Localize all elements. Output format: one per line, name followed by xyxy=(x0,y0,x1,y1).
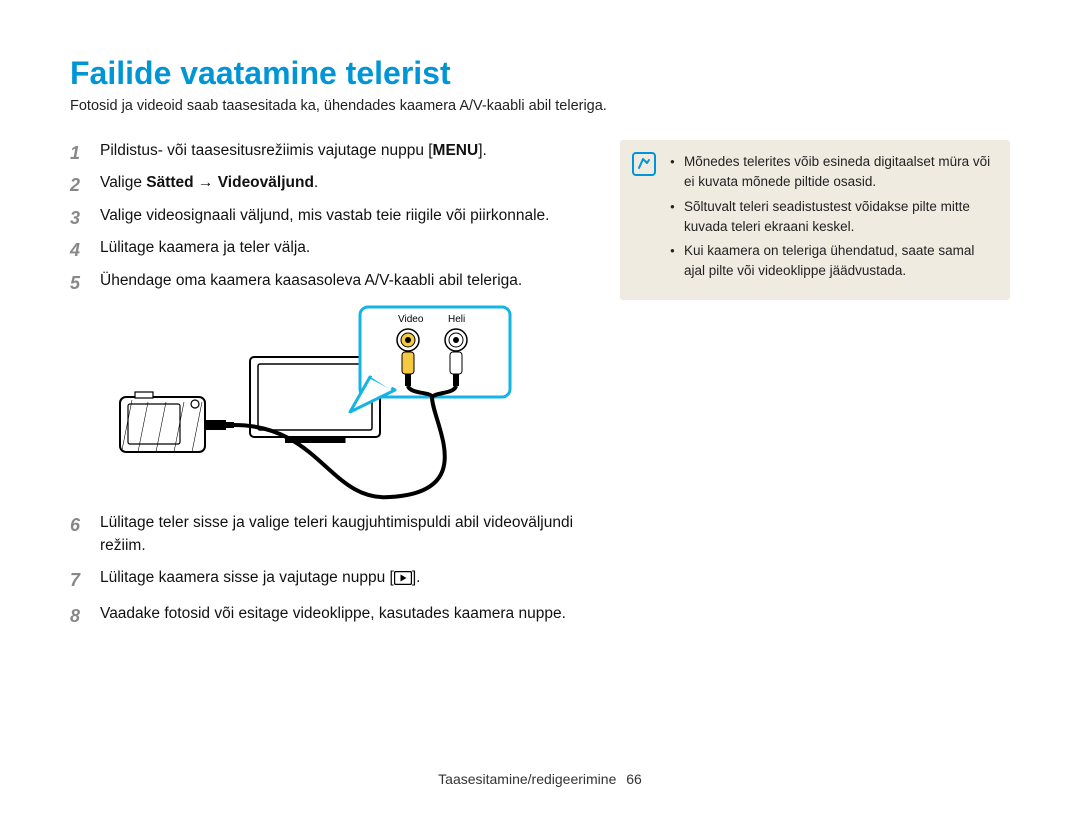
footer-section: Taasesitamine/redigeerimine xyxy=(438,771,616,787)
step-text: Pildistus- või taasesitusrežiimis vajuta… xyxy=(100,142,433,159)
step-4: 4 Lülitage kaamera ja teler välja. xyxy=(70,237,580,259)
menu-label: MENU xyxy=(433,142,479,159)
step-number: 6 xyxy=(70,512,92,538)
video-label: Video xyxy=(398,314,424,325)
step-8: 8 Vaadake fotosid või esitage videoklipp… xyxy=(70,603,580,625)
step-number: 2 xyxy=(70,172,92,198)
steps-list: 1 Pildistus- või taasesitusrežiimis vaju… xyxy=(70,140,580,625)
footer-page-number: 66 xyxy=(626,771,642,787)
step-text: Ühendage oma kaamera kaasasoleva A/V-kaa… xyxy=(100,272,522,289)
step-2: 2 Valige Sätted → Videoväljund. xyxy=(70,172,580,194)
note-icon xyxy=(632,152,656,176)
step-text-post: ]. xyxy=(478,142,487,159)
step-5: 5 Ühendage oma kaamera kaasasoleva A/V-k… xyxy=(70,270,580,292)
note-box: Mõnedes telerites võib esineda digitaals… xyxy=(620,140,1010,300)
step-text: Lülitage kaamera sisse ja vajutage nuppu… xyxy=(100,569,394,586)
step-3: 3 Valige videosignaali väljund, mis vast… xyxy=(70,205,580,227)
step-7: 7 Lülitage kaamera sisse ja vajutage nup… xyxy=(70,567,580,592)
camera-icon xyxy=(120,392,205,452)
step-text: Valige videosignaali väljund, mis vastab… xyxy=(100,207,549,224)
note-list: Mõnedes telerites võib esineda digitaals… xyxy=(670,152,994,282)
note-item: Sõltuvalt teleri seadistustest võidakse … xyxy=(670,197,994,238)
step-number: 8 xyxy=(70,603,92,629)
playback-icon xyxy=(394,570,412,592)
step-number: 5 xyxy=(70,270,92,296)
heli-label: Heli xyxy=(448,314,465,325)
illustration-item: Video Heli xyxy=(70,302,580,502)
step-number: 3 xyxy=(70,205,92,231)
step-1: 1 Pildistus- või taasesitusrežiimis vaju… xyxy=(70,140,580,162)
page-footer: Taasesitamine/redigeerimine 66 xyxy=(0,771,1080,787)
step-text: Lülitage kaamera ja teler välja. xyxy=(100,239,310,256)
step-number: 4 xyxy=(70,237,92,263)
page-title: Failide vaatamine telerist xyxy=(70,55,1010,92)
step-bold: Sätted → Videoväljund xyxy=(146,174,314,191)
step-text-post: . xyxy=(314,174,318,191)
step-text: Valige xyxy=(100,174,146,191)
step-text: Lülitage teler sisse ja valige teleri ka… xyxy=(100,514,573,553)
note-item: Kui kaamera on teleriga ühendatud, saate… xyxy=(670,241,994,282)
step-number: 1 xyxy=(70,140,92,166)
page-subtitle: Fotosid ja videoid saab taasesitada ka, … xyxy=(70,98,1010,114)
step-6: 6 Lülitage teler sisse ja valige teleri … xyxy=(70,512,580,557)
step-number: 7 xyxy=(70,567,92,593)
connection-diagram: Video Heli xyxy=(100,302,520,502)
step-text-post: ]. xyxy=(412,569,421,586)
note-item: Mõnedes telerites võib esineda digitaals… xyxy=(670,152,994,193)
step-text: Vaadake fotosid või esitage videoklippe,… xyxy=(100,605,566,622)
